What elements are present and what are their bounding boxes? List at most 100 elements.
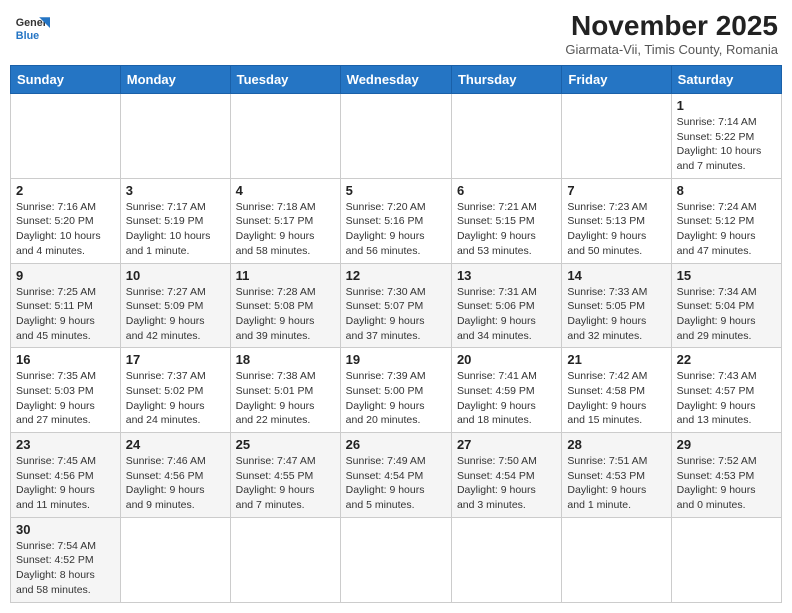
day-info: Sunrise: 7:18 AM Sunset: 5:17 PM Dayligh… (236, 200, 335, 259)
day-info: Sunrise: 7:43 AM Sunset: 4:57 PM Dayligh… (677, 369, 776, 428)
calendar-cell: 4 Sunrise: 7:18 AM Sunset: 5:17 PM Daylig… (230, 178, 340, 263)
calendar-cell (11, 94, 121, 179)
day-info: Sunrise: 7:27 AM Sunset: 5:09 PM Dayligh… (126, 285, 225, 344)
calendar-cell (120, 517, 230, 602)
calendar-week-row: 2Sunrise: 7:16 AM Sunset: 5:20 PM Daylig… (11, 178, 782, 263)
calendar-cell: 16 Sunrise: 7:35 AM Sunset: 5:03 PM Dayli… (11, 348, 121, 433)
day-number: 1 (677, 98, 776, 113)
weekday-header-monday: Monday (120, 66, 230, 94)
day-number: 7 (567, 183, 665, 198)
calendar-cell: 27 Sunrise: 7:50 AM Sunset: 4:54 PM Dayli… (451, 433, 561, 518)
day-info: Sunrise: 7:46 AM Sunset: 4:56 PM Dayligh… (126, 454, 225, 513)
day-number: 4 (236, 183, 335, 198)
day-number: 30 (16, 522, 115, 537)
day-info: Sunrise: 7:34 AM Sunset: 5:04 PM Dayligh… (677, 285, 776, 344)
day-info: Sunrise: 7:51 AM Sunset: 4:53 PM Dayligh… (567, 454, 665, 513)
calendar-cell: 1Sunrise: 7:14 AM Sunset: 5:22 PM Daylig… (671, 94, 781, 179)
day-number: 10 (126, 268, 225, 283)
day-info: Sunrise: 7:54 AM Sunset: 4:52 PM Dayligh… (16, 539, 115, 598)
day-info: Sunrise: 7:25 AM Sunset: 5:11 PM Dayligh… (16, 285, 115, 344)
day-number: 14 (567, 268, 665, 283)
day-info: Sunrise: 7:42 AM Sunset: 4:58 PM Dayligh… (567, 369, 665, 428)
day-number: 23 (16, 437, 115, 452)
day-number: 27 (457, 437, 556, 452)
weekday-header-sunday: Sunday (11, 66, 121, 94)
day-number: 8 (677, 183, 776, 198)
calendar-cell: 6 Sunrise: 7:21 AM Sunset: 5:15 PM Daylig… (451, 178, 561, 263)
day-number: 6 (457, 183, 556, 198)
day-info: Sunrise: 7:38 AM Sunset: 5:01 PM Dayligh… (236, 369, 335, 428)
day-info: Sunrise: 7:21 AM Sunset: 5:15 PM Dayligh… (457, 200, 556, 259)
calendar-cell (451, 517, 561, 602)
day-number: 28 (567, 437, 665, 452)
calendar-week-row: 23 Sunrise: 7:45 AM Sunset: 4:56 PM Dayli… (11, 433, 782, 518)
calendar-week-row: 30 Sunrise: 7:54 AM Sunset: 4:52 PM Dayli… (11, 517, 782, 602)
title-block: November 2025 Giarmata-Vii, Timis County… (565, 10, 778, 57)
calendar-cell (230, 94, 340, 179)
day-info: Sunrise: 7:39 AM Sunset: 5:00 PM Dayligh… (346, 369, 446, 428)
calendar-cell: 17Sunrise: 7:37 AM Sunset: 5:02 PM Dayli… (120, 348, 230, 433)
weekday-header-saturday: Saturday (671, 66, 781, 94)
day-number: 16 (16, 352, 115, 367)
day-info: Sunrise: 7:49 AM Sunset: 4:54 PM Dayligh… (346, 454, 446, 513)
day-number: 3 (126, 183, 225, 198)
day-info: Sunrise: 7:45 AM Sunset: 4:56 PM Dayligh… (16, 454, 115, 513)
day-info: Sunrise: 7:23 AM Sunset: 5:13 PM Dayligh… (567, 200, 665, 259)
weekday-header-tuesday: Tuesday (230, 66, 340, 94)
calendar-cell: 26 Sunrise: 7:49 AM Sunset: 4:54 PM Dayli… (340, 433, 451, 518)
logo-icon: General Blue (14, 10, 50, 46)
logo: General Blue (14, 10, 50, 46)
calendar-cell (120, 94, 230, 179)
day-info: Sunrise: 7:17 AM Sunset: 5:19 PM Dayligh… (126, 200, 225, 259)
day-info: Sunrise: 7:24 AM Sunset: 5:12 PM Dayligh… (677, 200, 776, 259)
day-info: Sunrise: 7:35 AM Sunset: 5:03 PM Dayligh… (16, 369, 115, 428)
day-info: Sunrise: 7:50 AM Sunset: 4:54 PM Dayligh… (457, 454, 556, 513)
calendar-cell: 22 Sunrise: 7:43 AM Sunset: 4:57 PM Dayli… (671, 348, 781, 433)
calendar-week-row: 16 Sunrise: 7:35 AM Sunset: 5:03 PM Dayli… (11, 348, 782, 433)
calendar-cell: 18 Sunrise: 7:38 AM Sunset: 5:01 PM Dayli… (230, 348, 340, 433)
svg-text:Blue: Blue (16, 30, 39, 42)
calendar-cell: 8 Sunrise: 7:24 AM Sunset: 5:12 PM Daylig… (671, 178, 781, 263)
day-number: 24 (126, 437, 225, 452)
day-info: Sunrise: 7:52 AM Sunset: 4:53 PM Dayligh… (677, 454, 776, 513)
day-info: Sunrise: 7:20 AM Sunset: 5:16 PM Dayligh… (346, 200, 446, 259)
calendar-cell: 9 Sunrise: 7:25 AM Sunset: 5:11 PM Daylig… (11, 263, 121, 348)
weekday-header-thursday: Thursday (451, 66, 561, 94)
calendar-cell: 7 Sunrise: 7:23 AM Sunset: 5:13 PM Daylig… (562, 178, 671, 263)
day-number: 18 (236, 352, 335, 367)
weekday-header-friday: Friday (562, 66, 671, 94)
calendar-cell: 29Sunrise: 7:52 AM Sunset: 4:53 PM Dayli… (671, 433, 781, 518)
day-number: 25 (236, 437, 335, 452)
calendar-cell (562, 517, 671, 602)
month-title: November 2025 (565, 10, 778, 42)
calendar-cell: 30 Sunrise: 7:54 AM Sunset: 4:52 PM Dayli… (11, 517, 121, 602)
page-header: General Blue November 2025 Giarmata-Vii,… (10, 10, 782, 57)
day-number: 20 (457, 352, 556, 367)
day-info: Sunrise: 7:33 AM Sunset: 5:05 PM Dayligh… (567, 285, 665, 344)
calendar-cell: 28 Sunrise: 7:51 AM Sunset: 4:53 PM Dayli… (562, 433, 671, 518)
day-number: 11 (236, 268, 335, 283)
location-subtitle: Giarmata-Vii, Timis County, Romania (565, 42, 778, 57)
calendar-cell: 21Sunrise: 7:42 AM Sunset: 4:58 PM Dayli… (562, 348, 671, 433)
day-info: Sunrise: 7:30 AM Sunset: 5:07 PM Dayligh… (346, 285, 446, 344)
calendar-table: SundayMondayTuesdayWednesdayThursdayFrid… (10, 65, 782, 603)
day-number: 9 (16, 268, 115, 283)
calendar-cell (562, 94, 671, 179)
calendar-cell: 10 Sunrise: 7:27 AM Sunset: 5:09 PM Dayli… (120, 263, 230, 348)
calendar-cell: 12Sunrise: 7:30 AM Sunset: 5:07 PM Dayli… (340, 263, 451, 348)
calendar-week-row: 9 Sunrise: 7:25 AM Sunset: 5:11 PM Daylig… (11, 263, 782, 348)
calendar-cell: 11Sunrise: 7:28 AM Sunset: 5:08 PM Dayli… (230, 263, 340, 348)
calendar-cell: 20 Sunrise: 7:41 AM Sunset: 4:59 PM Dayli… (451, 348, 561, 433)
day-info: Sunrise: 7:41 AM Sunset: 4:59 PM Dayligh… (457, 369, 556, 428)
calendar-cell: 24 Sunrise: 7:46 AM Sunset: 4:56 PM Dayli… (120, 433, 230, 518)
calendar-cell: 3 Sunrise: 7:17 AM Sunset: 5:19 PM Daylig… (120, 178, 230, 263)
calendar-cell (230, 517, 340, 602)
day-number: 19 (346, 352, 446, 367)
calendar-week-row: 1Sunrise: 7:14 AM Sunset: 5:22 PM Daylig… (11, 94, 782, 179)
day-number: 26 (346, 437, 446, 452)
day-number: 22 (677, 352, 776, 367)
weekday-header-row: SundayMondayTuesdayWednesdayThursdayFrid… (11, 66, 782, 94)
day-info: Sunrise: 7:37 AM Sunset: 5:02 PM Dayligh… (126, 369, 225, 428)
day-number: 5 (346, 183, 446, 198)
calendar-cell: 5 Sunrise: 7:20 AM Sunset: 5:16 PM Daylig… (340, 178, 451, 263)
